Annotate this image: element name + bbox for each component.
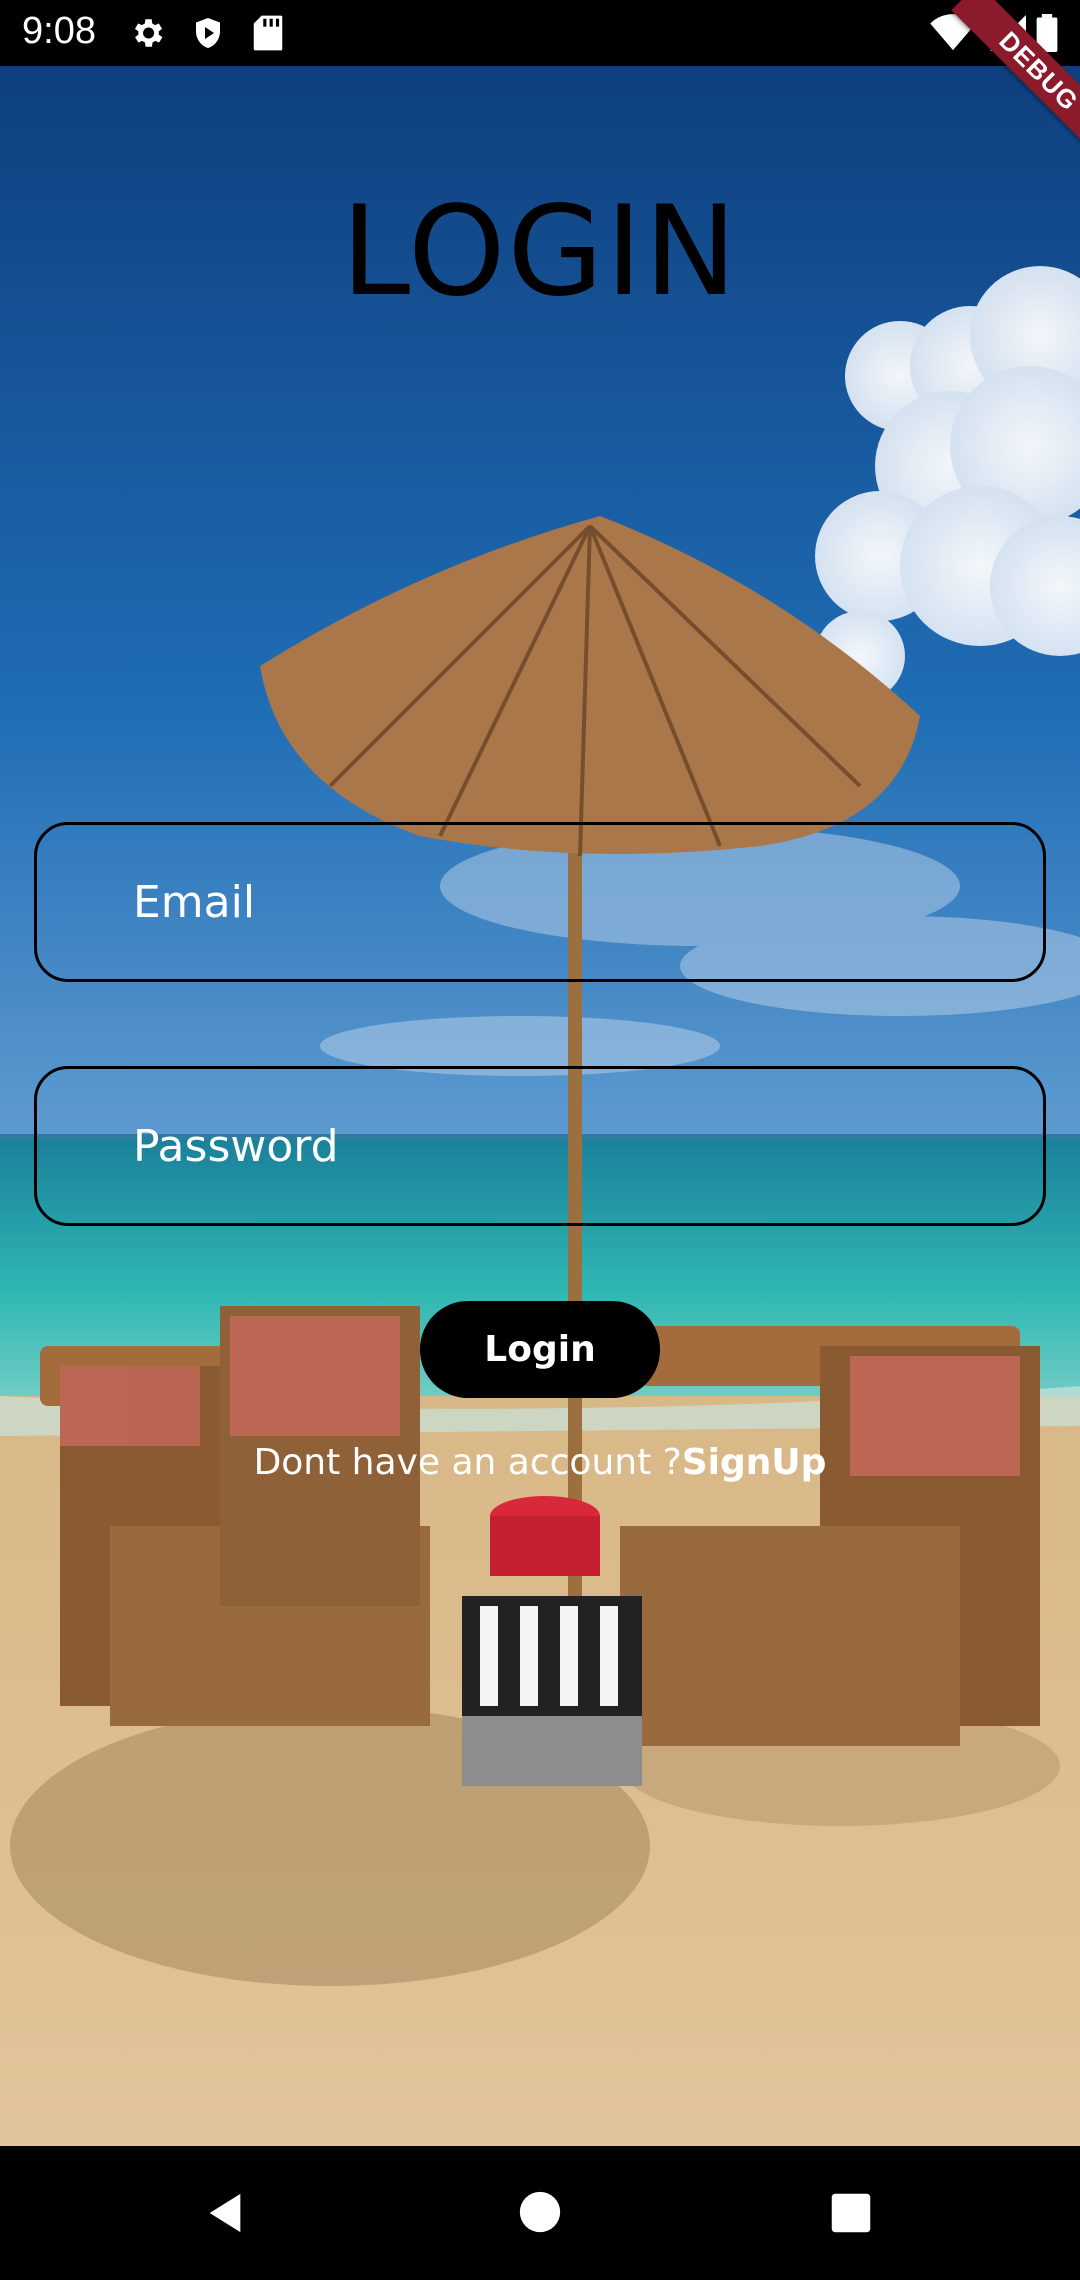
play-protect-icon xyxy=(190,14,226,57)
password-field[interactable] xyxy=(34,1066,1046,1226)
home-icon[interactable] xyxy=(518,2190,562,2239)
signup-link[interactable]: SignUp xyxy=(682,1442,827,1483)
signup-prompt: Dont have an account ? xyxy=(253,1442,682,1483)
navigation-bar xyxy=(0,2146,1080,2280)
recents-icon[interactable] xyxy=(830,2192,872,2239)
status-bar: 9:08 xyxy=(0,0,1080,66)
page-title: LOGIN xyxy=(341,180,739,324)
status-time: 9:08 xyxy=(22,10,96,52)
signup-row: Dont have an account ?SignUp xyxy=(0,1442,1080,1483)
email-field[interactable] xyxy=(34,822,1046,982)
password-input[interactable] xyxy=(133,1069,1013,1223)
sd-card-icon xyxy=(252,14,284,57)
gear-icon xyxy=(128,14,166,57)
email-input[interactable] xyxy=(133,825,1013,979)
login-button[interactable]: Login xyxy=(420,1301,660,1398)
back-icon[interactable] xyxy=(202,2190,248,2241)
